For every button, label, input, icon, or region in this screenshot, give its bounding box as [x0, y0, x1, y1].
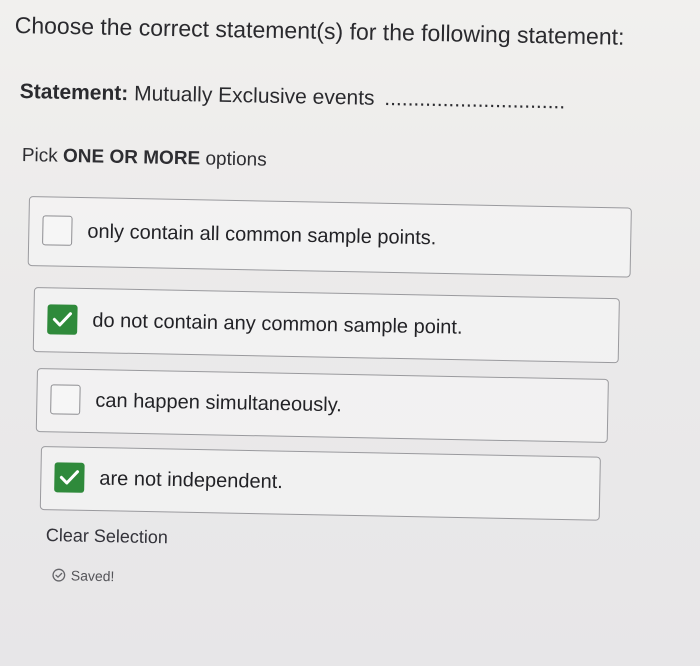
question-title: Choose the correct statement(s) for the … [14, 12, 625, 50]
checked-checkbox-icon[interactable] [47, 303, 78, 335]
option-label: only contain all common sample points. [87, 220, 437, 250]
option-label: can happen simultaneously. [95, 389, 343, 417]
clear-selection-link[interactable]: Clear Selection [46, 525, 168, 548]
checkmark-icon [59, 470, 80, 485]
checkbox-icon[interactable] [50, 384, 81, 415]
checkmark-icon [52, 311, 73, 327]
option-label: are not independent. [99, 467, 284, 494]
option-1[interactable]: only contain all common sample points. [27, 196, 632, 278]
instruction-prefix: Pick [21, 145, 58, 167]
statement-blank: ............................... [384, 87, 566, 114]
instruction-text: Pick ONE OR MORE options [22, 145, 267, 172]
option-4[interactable]: are not independent. [39, 446, 601, 521]
checked-checkbox-icon[interactable] [54, 462, 85, 493]
saved-label: Saved! [70, 567, 115, 585]
checkbox-icon[interactable] [42, 215, 73, 246]
statement-line: Statement: Mutually Exclusive events ...… [20, 80, 566, 114]
statement-text: Mutually Exclusive events [133, 82, 375, 110]
saved-status: Saved! [52, 567, 115, 584]
option-3[interactable]: can happen simultaneously. [35, 368, 609, 443]
instruction-suffix: options [205, 148, 267, 171]
option-label: do not contain any common sample point. [92, 309, 463, 339]
instruction-emphasis: ONE OR MORE [62, 145, 201, 170]
statement-label: Statement: [19, 80, 129, 106]
check-circle-icon [52, 568, 66, 582]
option-2[interactable]: do not contain any common sample point. [32, 287, 620, 364]
